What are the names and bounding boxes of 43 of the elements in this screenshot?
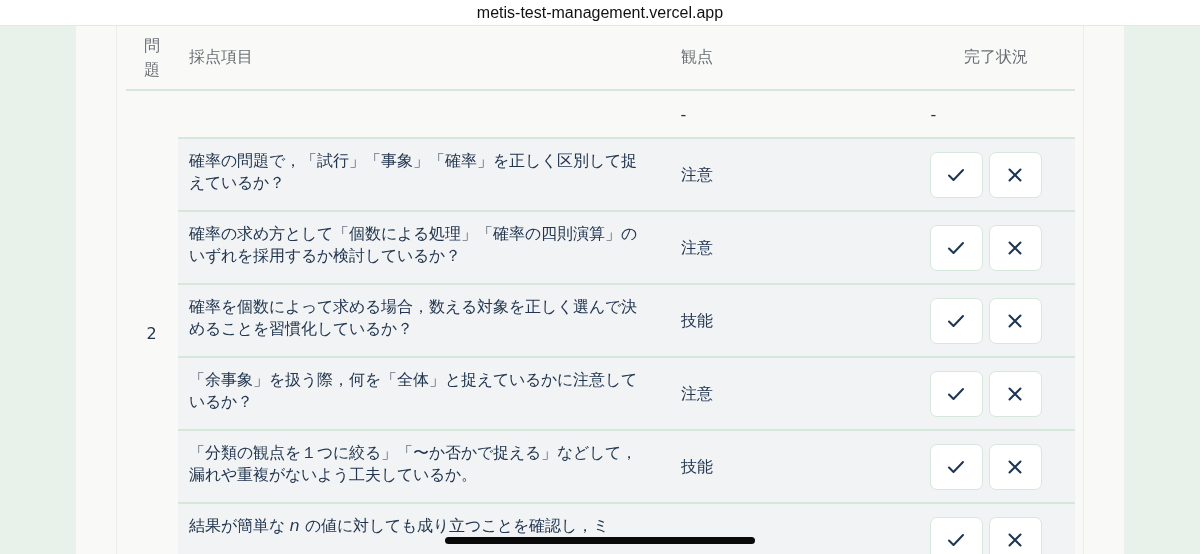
check-button[interactable] [929,297,983,344]
question-number: 2 [146,324,157,343]
table-cell: 技能 [680,310,713,330]
check-button[interactable] [929,516,983,554]
checkmark-icon [947,459,965,474]
close-icon [1008,240,1022,255]
column-header: 採点項目 [188,47,253,66]
table-cell-text: 確率を個数によって求める場合，数える対象を正しく選んで決めることを習慣化しているか？ [188,296,638,341]
checkmark-icon [947,532,965,547]
table-cell-text: 結果が簡単な n の値に対しても成り立つことを確認し，ミ [188,515,610,537]
table-cell-text: 確率の求め方として「個数による処理」「確率の四則演算」のいずれを採用するか検討しているか？ [188,223,638,268]
address-bar[interactable]: metis-test-management.vercel.app [0,0,1200,26]
table-cell: - [930,104,937,124]
table-cell-text: 「余事象」を扱う際，何を「全体」と捉えているかに注意しているか？ [188,369,638,414]
close-icon [1008,459,1022,474]
cross-button[interactable] [988,297,1042,344]
table-cell-text: 「分類の観点を１つに絞る」「〜か否かで捉える」などして，漏れや重複がないよう工夫しているか。 [188,442,638,487]
column-header: 観点 [680,47,713,66]
cross-button[interactable] [988,443,1042,490]
table-cell: 技能 [680,456,713,476]
close-icon [1008,532,1022,547]
column-header: 完了状況 [963,47,1028,66]
table-cell: 注意 [680,383,713,403]
close-icon [1008,167,1022,182]
cross-button[interactable] [988,370,1042,417]
cross-button[interactable] [988,224,1042,271]
check-button[interactable] [929,224,983,271]
check-button[interactable] [929,443,983,490]
table-cell: - [680,104,687,124]
checkmark-icon [947,313,965,328]
table-cell: 注意 [680,237,713,257]
checkmark-icon [947,240,965,255]
table-cell: 注意 [680,164,713,184]
cross-button[interactable] [988,516,1042,554]
checkmark-icon [947,386,965,401]
cross-button[interactable] [988,151,1042,198]
check-button[interactable] [929,370,983,417]
check-button[interactable] [929,151,983,198]
checkmark-icon [947,167,965,182]
close-icon [1008,313,1022,328]
table-cell-text: 確率の問題で，「試行」「事象」「確率」を正しく区別して捉えているか？ [188,150,638,195]
column-header: 問題 [143,35,160,81]
close-icon [1008,386,1022,401]
